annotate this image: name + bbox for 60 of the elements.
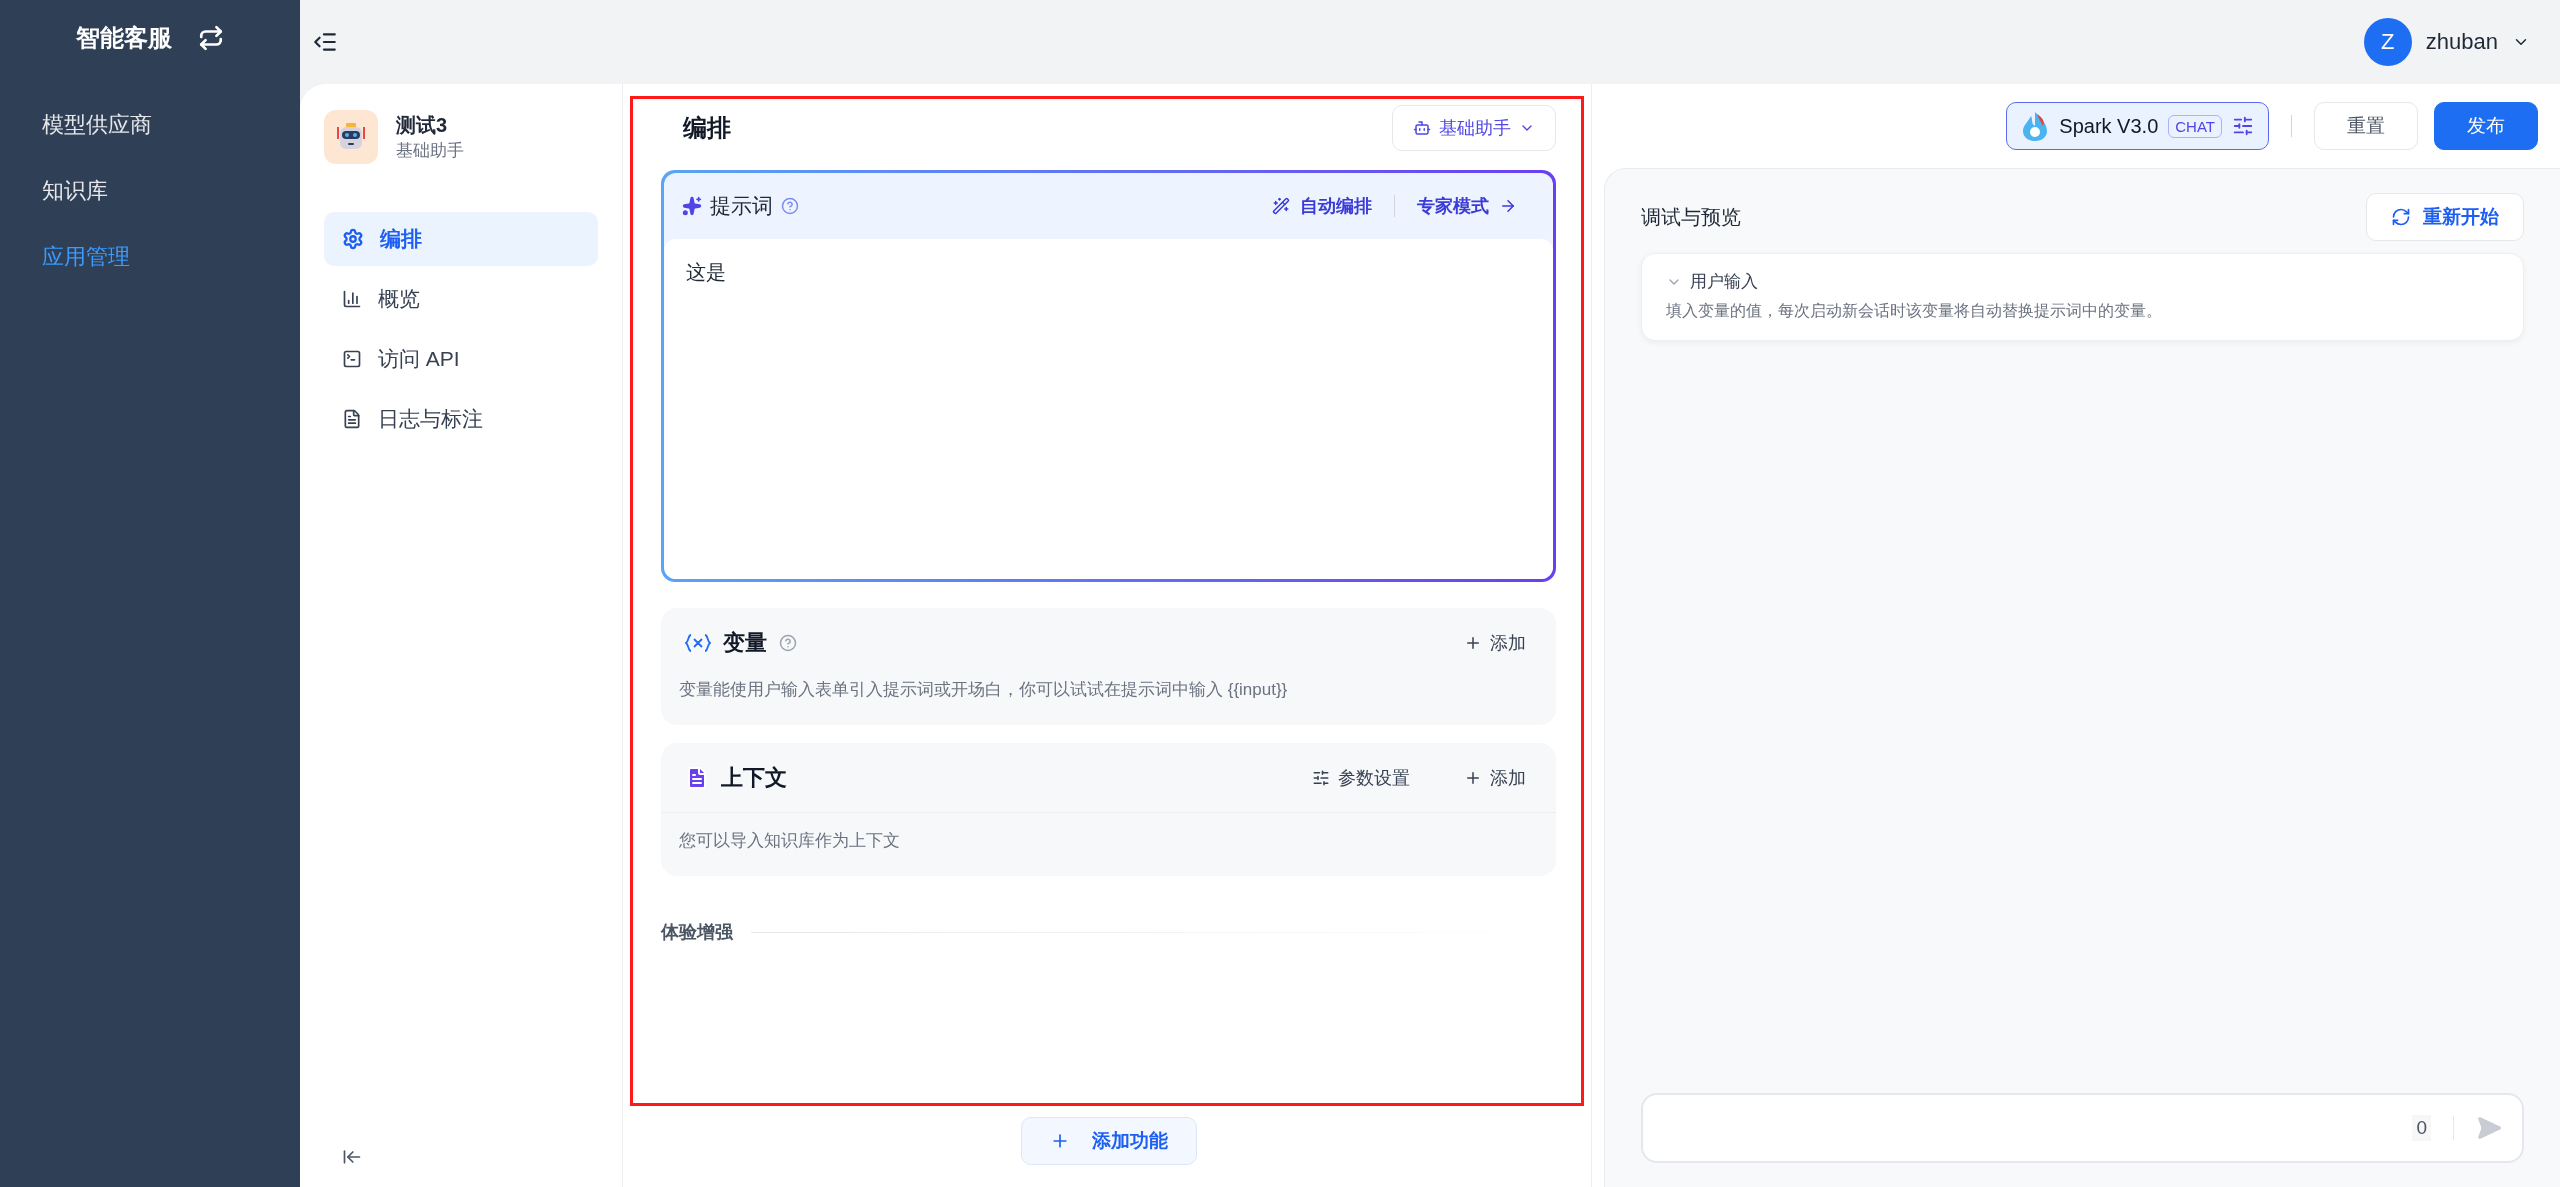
reset-button[interactable]: 重置 (2314, 102, 2418, 150)
model-tag: CHAT (2168, 114, 2222, 138)
braces-x-icon (685, 633, 711, 653)
help-icon[interactable] (781, 197, 799, 215)
nav-label: 日志与标注 (378, 406, 483, 432)
expert-mode-button[interactable]: 专家模式 (1409, 194, 1525, 218)
user-input-hint: 填入变量的值，每次启动新会话时该变量将自动替换提示词中的变量。 (1666, 301, 2163, 321)
document-icon (342, 409, 362, 429)
bar-chart-icon (342, 289, 362, 309)
char-count: 0 (2412, 1115, 2431, 1141)
arrow-right-icon (1499, 197, 1517, 215)
document-icon (685, 765, 709, 790)
sidebar-item[interactable]: 应用管理 (0, 224, 300, 290)
nav-item[interactable]: 概览 (324, 272, 598, 326)
refresh-icon (2391, 207, 2411, 227)
sidebar-item[interactable]: 模型供应商 (0, 92, 300, 158)
chat-input-field[interactable]: 0 (1641, 1093, 2524, 1163)
variables-title: 变量 (723, 629, 767, 657)
restart-button[interactable]: 重新开始 (2366, 193, 2524, 241)
sidebar-title: 智能客服 (76, 23, 172, 53)
context-hint: 您可以导入知识库作为上下文 (678, 830, 901, 852)
add-feature-button[interactable]: 添加功能 (1020, 1117, 1197, 1165)
context-title: 上下文 (721, 763, 787, 792)
settings-button[interactable]: 参数设置 (1306, 765, 1416, 790)
plus-icon (1464, 634, 1482, 652)
model-name: Spark V3.0 (2059, 114, 2159, 138)
terminal-icon (342, 349, 362, 369)
sparkle-icon (1272, 197, 1290, 215)
model-selector[interactable]: Spark V3.0 CHAT (2006, 102, 2269, 150)
nav-item[interactable]: 访问 API (324, 332, 598, 386)
publish-button[interactable]: 发布 (2434, 102, 2538, 150)
sidebar-item[interactable]: 知识库 (0, 158, 300, 224)
add-button[interactable]: 添加 (1458, 765, 1532, 790)
add-button[interactable]: 添加 (1458, 631, 1532, 655)
section-label: 体验增强 (661, 921, 733, 944)
prompt-label: 提示词 (710, 193, 773, 219)
sliders-icon (2232, 115, 2254, 137)
auto-arrange-button[interactable]: 自动编排 (1264, 194, 1380, 218)
nav-label: 访问 API (378, 346, 460, 372)
flame-logo-icon (2021, 110, 2050, 142)
user-name[interactable]: zhuban (2425, 29, 2498, 55)
app-type: 基础助手 (396, 140, 464, 162)
collapse-icon[interactable] (342, 1147, 362, 1167)
nav-label: 编排 (380, 226, 422, 252)
bot-icon (1413, 119, 1431, 137)
sparkle-icon (682, 196, 702, 216)
preview-title: 调试与预览 (1641, 204, 1741, 230)
app-name: 测试3 (396, 113, 449, 138)
switch-icon[interactable] (198, 25, 224, 51)
prompt-field[interactable]: 这是 (664, 239, 1553, 579)
gear-icon (342, 228, 364, 250)
variables-hint: 变量能使用户输入表单引入提示词或开场白，你可以试试在提示词中输入 {{input}} (678, 679, 1289, 701)
editor-title: 编排 (683, 113, 731, 143)
sliders-icon (1312, 768, 1330, 787)
mode-dropdown[interactable]: 基础助手 (1392, 105, 1556, 151)
nav-item[interactable]: 日志与标注 (324, 392, 598, 446)
nav-label: 概览 (378, 286, 420, 312)
user-input-title: 用户输入 (1690, 271, 1758, 293)
user-avatar[interactable]: Z (2363, 18, 2412, 66)
nav-item[interactable]: 编排 (324, 212, 598, 266)
